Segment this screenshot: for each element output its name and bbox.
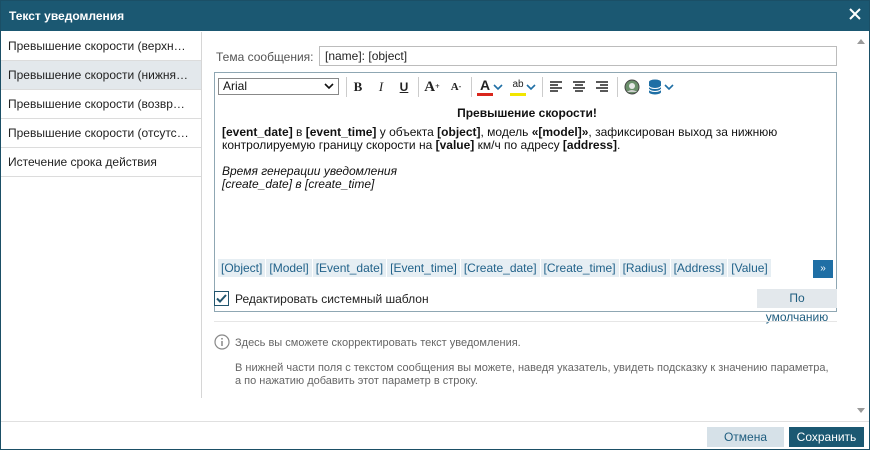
- template-item-expiration[interactable]: Истечение срока действия: [1, 148, 201, 177]
- dialog-footer: Отмена Сохранить: [1, 421, 869, 449]
- save-button[interactable]: Сохранить: [789, 427, 864, 447]
- scroll-up-icon[interactable]: [857, 39, 865, 44]
- template-item-speed-absent[interactable]: Превышение скорости (отсутстви...: [1, 119, 201, 148]
- font-color-icon[interactable]: A: [477, 78, 493, 96]
- message-paragraph: [event_date] в [event_time] у объекта [o…: [222, 125, 778, 152]
- rich-text-editor[interactable]: Arial B I U A+ A- A ab Превышение скорос…: [214, 72, 837, 312]
- database-icon[interactable]: [647, 78, 663, 96]
- chevron-down-icon[interactable]: [526, 78, 536, 96]
- generation-time-value: [create_date] в [create_time]: [222, 177, 375, 191]
- info-icon: [214, 334, 230, 350]
- tag-radius[interactable]: [Radius]: [619, 259, 670, 277]
- subject-label: Тема сообщения:: [216, 50, 314, 64]
- parameter-tags: [Object] [Model] [Event_date] [Event_time][…: [218, 259, 818, 279]
- dialog-title: Текст уведомления: [9, 9, 125, 23]
- align-right-icon[interactable]: [595, 78, 609, 96]
- align-center-icon[interactable]: [572, 78, 586, 96]
- subject-input[interactable]: [319, 46, 837, 66]
- template-item-speed-return[interactable]: Превышение скорости (возврат в ...: [1, 90, 201, 119]
- tag-value[interactable]: [Value]: [728, 259, 771, 277]
- info-text-hint: В нижней части поля с текстом сообщения …: [235, 362, 829, 387]
- message-heading: Превышение скорости!: [457, 106, 597, 120]
- template-item-speed-lower[interactable]: Превышение скорости (нижняя гр...: [1, 61, 201, 90]
- italic-icon[interactable]: I: [374, 78, 388, 96]
- editor-toolbar: Arial B I U A+ A- A ab: [215, 73, 836, 103]
- align-left-icon[interactable]: [549, 78, 563, 96]
- template-item-speed-upper[interactable]: Превышение скорости (верхняя г...: [1, 32, 201, 61]
- tag-object[interactable]: [Object]: [218, 259, 266, 277]
- template-editor-panel: Тема сообщения: Arial B I U A+: [203, 32, 853, 421]
- default-button[interactable]: По умолчанию: [757, 289, 837, 324]
- tag-model[interactable]: [Model]: [266, 259, 312, 277]
- cancel-button[interactable]: Отмена: [707, 427, 784, 447]
- underline-icon[interactable]: U: [397, 78, 411, 96]
- template-list: Превышение скорости (верхняя г... Превыш…: [1, 32, 202, 398]
- more-tags-button[interactable]: »: [813, 260, 833, 278]
- close-icon[interactable]: [847, 6, 863, 22]
- notification-text-dialog: Текст уведомления Превышение скорости (в…: [0, 0, 870, 450]
- font-family-value: Arial: [223, 79, 248, 93]
- edit-system-template-label: Редактировать системный шаблон: [235, 292, 429, 306]
- vertical-scrollbar[interactable]: [853, 32, 869, 421]
- divider: [214, 321, 837, 322]
- toolbar-separator: [542, 77, 543, 97]
- toolbar-separator: [617, 77, 618, 97]
- dialog-titlebar: Текст уведомления: [1, 1, 869, 31]
- checkbox-box[interactable]: [214, 291, 229, 306]
- font-grow-icon[interactable]: A+: [424, 78, 440, 96]
- scroll-down-icon[interactable]: [857, 408, 865, 413]
- tag-create-time[interactable]: [Create_time]: [540, 259, 619, 277]
- chevron-down-icon[interactable]: [664, 78, 674, 96]
- toolbar-separator: [418, 77, 419, 97]
- tag-address[interactable]: [Address]: [670, 259, 728, 277]
- tag-event-date[interactable]: [Event_date]: [312, 259, 387, 277]
- info-text-main: Здесь вы сможете скорректировать текст у…: [235, 337, 521, 349]
- chevron-down-icon[interactable]: [493, 78, 503, 96]
- font-shrink-icon[interactable]: A-: [448, 78, 464, 96]
- bold-icon[interactable]: B: [351, 78, 365, 96]
- toolbar-separator: [346, 77, 347, 97]
- editor-content[interactable]: Превышение скорости! [event_date] в [eve…: [222, 107, 832, 191]
- highlight-icon[interactable]: ab: [510, 78, 526, 96]
- font-family-select[interactable]: Arial: [218, 78, 339, 95]
- tag-event-time[interactable]: [Event_time]: [387, 259, 460, 277]
- image-icon[interactable]: [623, 78, 641, 96]
- chevron-down-icon: [323, 80, 335, 92]
- tag-create-date[interactable]: [Create_date]: [460, 259, 540, 277]
- toolbar-separator: [471, 77, 472, 97]
